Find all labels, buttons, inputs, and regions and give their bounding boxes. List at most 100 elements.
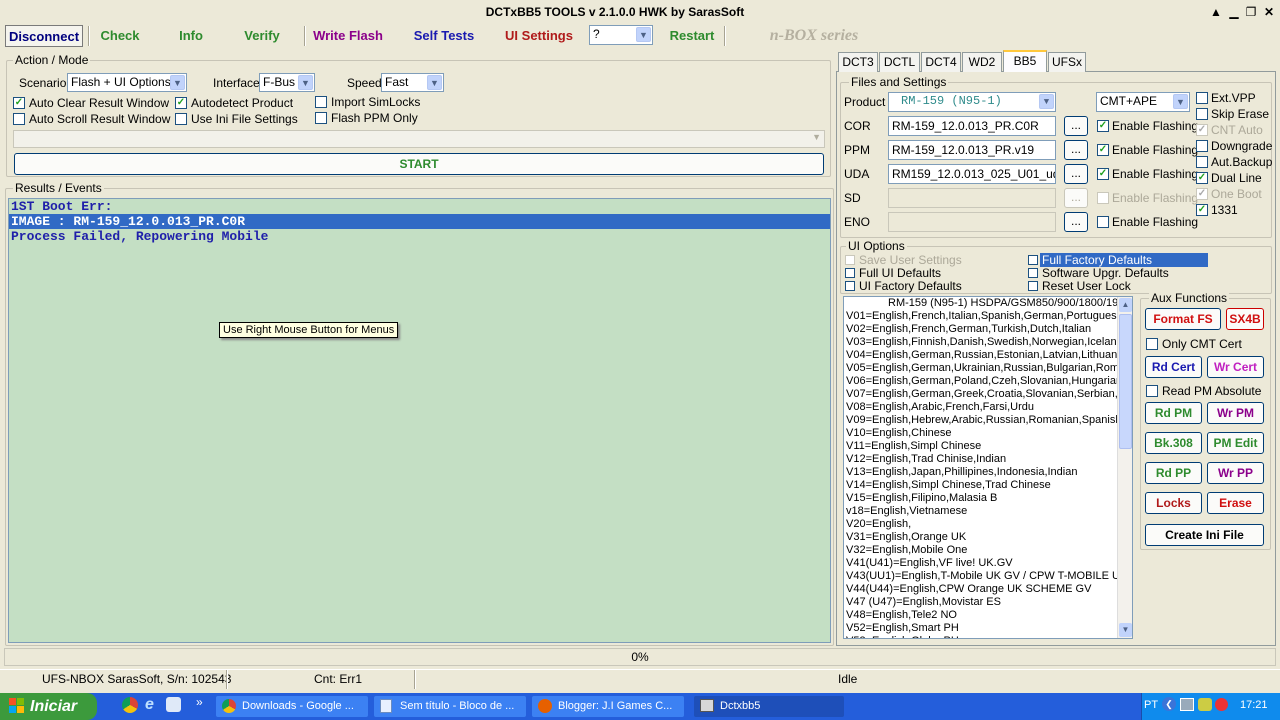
results-window[interactable]: 1ST Boot Err: IMAGE : RM-159_12.0.013_PR…	[8, 198, 831, 643]
full-ui-defaults-checkbox[interactable]	[845, 268, 855, 278]
rd-pm-button[interactable]: Rd PM	[1145, 402, 1202, 424]
flash-mode-select[interactable]: CMT+APE ▼	[1096, 92, 1190, 112]
tab-wd2[interactable]: WD2	[962, 52, 1002, 72]
cor-enable-checkbox[interactable]: ✓	[1097, 120, 1109, 132]
list-item[interactable]: V01=English,French,Italian,Spanish,Germa…	[844, 310, 1132, 323]
list-item[interactable]: V47 (U47)=English,Movistar ES	[844, 596, 1132, 609]
list-item[interactable]: V52=English,Smart PH	[844, 622, 1132, 635]
list-item[interactable]: V20=English,	[844, 518, 1132, 531]
wr-cert-button[interactable]: Wr Cert	[1207, 356, 1264, 378]
skip-erase-checkbox[interactable]	[1196, 108, 1208, 120]
interface-select[interactable]: F-Bus ▼	[259, 73, 315, 92]
list-item[interactable]: V14=English,Simpl Chinese,Trad Chinese	[844, 479, 1132, 492]
speed-select[interactable]: Fast ▼	[381, 73, 444, 92]
self-tests-button[interactable]: Self Tests	[410, 25, 478, 47]
menu-dropdown[interactable]: ? ▼	[589, 25, 653, 45]
quick-launch-more-icon[interactable]: »	[196, 695, 203, 709]
close-icon[interactable]: ✕	[1261, 5, 1277, 19]
pm-edit-button[interactable]: PM Edit	[1207, 432, 1264, 454]
disconnect-button[interactable]: Disconnect	[5, 25, 83, 47]
list-item[interactable]: V15=English,Filipino,Malasia B	[844, 492, 1132, 505]
cor-browse-button[interactable]: ...	[1064, 116, 1088, 136]
info-button[interactable]: Info	[170, 25, 212, 47]
auto-scroll-checkbox[interactable]	[13, 113, 25, 125]
list-item[interactable]: V05=English,German,Ukrainian,Russian,Bul…	[844, 362, 1132, 375]
wr-pp-button[interactable]: Wr PP	[1207, 462, 1264, 484]
list-item[interactable]: V13=English,Japan,Phillipines,Indonesia,…	[844, 466, 1132, 479]
tab-dctl[interactable]: DCTL	[879, 52, 920, 72]
format-fs-button[interactable]: Format FS	[1145, 308, 1221, 330]
list-item[interactable]: V44(U44)=English,CPW Orange UK SCHEME GV	[844, 583, 1132, 596]
list-item[interactable]: V02=English,French,German,Turkish,Dutch,…	[844, 323, 1132, 336]
minimize-icon[interactable]: ▁	[1226, 5, 1242, 19]
list-item[interactable]: V10=English,Chinese	[844, 427, 1132, 440]
uda-enable-checkbox[interactable]: ✓	[1097, 168, 1109, 180]
list-item[interactable]: V48=English,Tele2 NO	[844, 609, 1132, 622]
write-flash-button[interactable]: Write Flash	[312, 25, 384, 47]
flash-ppm-only-checkbox[interactable]	[315, 112, 327, 124]
list-item[interactable]: V04=English,German,Russian,Estonian,Latv…	[844, 349, 1132, 362]
downgrade-checkbox[interactable]	[1196, 140, 1208, 152]
list-item[interactable]: V31=English,Orange UK	[844, 531, 1132, 544]
language-list[interactable]: RM-159 (N95-1) HSDPA/GSM850/900/1800/19 …	[843, 296, 1133, 639]
create-ini-file-button[interactable]: Create Ini File	[1145, 524, 1264, 546]
tab-dct3[interactable]: DCT3	[838, 52, 878, 72]
aut-backup-checkbox[interactable]	[1196, 156, 1208, 168]
task-notepad[interactable]: Sem título - Bloco de ...	[374, 696, 526, 717]
list-item[interactable]: V12=English,Trad Chinise,Indian	[844, 453, 1132, 466]
use-ini-checkbox[interactable]	[175, 113, 187, 125]
list-item[interactable]: V07=English,German,Greek,Croatia,Slovani…	[844, 388, 1132, 401]
task-blogger[interactable]: Blogger: J.I Games C...	[532, 696, 684, 717]
minimize-button[interactable]: ▲	[1208, 5, 1224, 19]
media-icon[interactable]	[166, 697, 181, 712]
list-item[interactable]: V08=English,Arabic,French,Farsi,Urdu	[844, 401, 1132, 414]
list-item[interactable]: v18=English,Vietnamese	[844, 505, 1132, 518]
import-simlocks-checkbox[interactable]	[315, 96, 327, 108]
tray-expand-icon[interactable]: ❮	[1162, 697, 1176, 711]
ppm-enable-checkbox[interactable]: ✓	[1097, 144, 1109, 156]
uda-file-input[interactable]: RM159_12.0.013_025_U01_uda.f	[888, 164, 1056, 184]
wr-pm-button[interactable]: Wr PM	[1207, 402, 1264, 424]
ui-factory-defaults-checkbox[interactable]	[845, 281, 855, 291]
software-upgr-defaults-checkbox[interactable]	[1028, 268, 1038, 278]
ui-settings-button[interactable]: UI Settings	[505, 25, 573, 47]
list-item[interactable]: V11=English,Simpl Chinese	[844, 440, 1132, 453]
task-dctxbb5[interactable]: Dctxbb5	[694, 696, 844, 717]
network-icon[interactable]	[1180, 698, 1194, 711]
ppm-browse-button[interactable]: ...	[1064, 140, 1088, 160]
eno-browse-button[interactable]: ...	[1064, 212, 1088, 232]
locks-button[interactable]: Locks	[1145, 492, 1202, 514]
list-item[interactable]: V43(UU1)=English,T-Mobile UK GV / CPW T-…	[844, 570, 1132, 583]
auto-clear-checkbox[interactable]: ✓	[13, 97, 25, 109]
read-pm-absolute-checkbox[interactable]	[1146, 385, 1158, 397]
language-list-scrollbar[interactable]: ▲ ▼	[1117, 297, 1132, 638]
list-item[interactable]: V06=English,German,Poland,Czeh,Slovanian…	[844, 375, 1132, 388]
restore-icon[interactable]: ❐	[1243, 5, 1259, 19]
uda-browse-button[interactable]: ...	[1064, 164, 1088, 184]
ie-icon[interactable]: e	[145, 696, 154, 714]
scenario-select[interactable]: Flash + UI Options ▼	[67, 73, 187, 92]
scroll-down-icon[interactable]: ▼	[1119, 623, 1132, 637]
list-item[interactable]: V03=English,Finnish,Danish,Swedish,Norwe…	[844, 336, 1132, 349]
list-item[interactable]: V41(U41)=English,VF live! UK.GV	[844, 557, 1132, 570]
verify-button[interactable]: Verify	[240, 25, 284, 47]
sx4b-button[interactable]: SX4B	[1226, 308, 1264, 330]
bk308-button[interactable]: Bk.308	[1145, 432, 1202, 454]
tab-ufsx[interactable]: UFSx	[1048, 52, 1086, 72]
autodetect-checkbox[interactable]: ✓	[175, 97, 187, 109]
list-item[interactable]: V09=English,Hebrew,Arabic,Russian,Romani…	[844, 414, 1132, 427]
restart-button[interactable]: Restart	[668, 25, 716, 47]
dual-line-checkbox[interactable]: ✓	[1196, 172, 1208, 184]
tab-bb5[interactable]: BB5	[1003, 50, 1047, 72]
eno-enable-checkbox[interactable]	[1097, 216, 1109, 228]
rd-cert-button[interactable]: Rd Cert	[1145, 356, 1202, 378]
cor-file-input[interactable]: RM-159_12.0.013_PR.C0R	[888, 116, 1056, 136]
full-factory-defaults-checkbox[interactable]	[1028, 255, 1038, 265]
1331-checkbox[interactable]: ✓	[1196, 204, 1208, 216]
reset-user-lock-checkbox[interactable]	[1028, 281, 1038, 291]
ext-vpp-checkbox[interactable]	[1196, 92, 1208, 104]
list-item[interactable]: V32=English,Mobile One	[844, 544, 1132, 557]
only-cmt-cert-checkbox[interactable]	[1146, 338, 1158, 350]
chrome-icon[interactable]	[122, 697, 138, 713]
product-select[interactable]: RM-159 (N95-1) ▼	[888, 92, 1056, 112]
